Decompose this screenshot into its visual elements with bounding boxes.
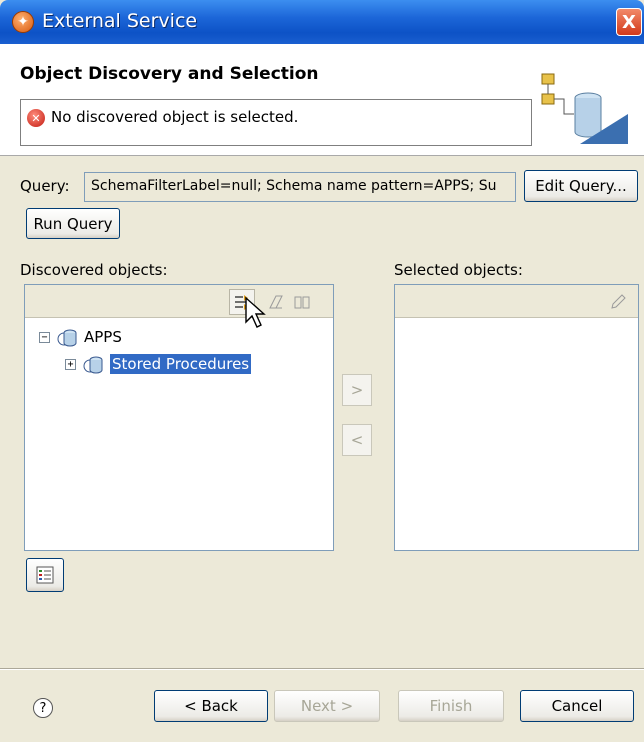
title-bar: ✦ External Service X <box>0 0 644 44</box>
app-icon: ✦ <box>12 11 34 33</box>
edit-query-button[interactable]: Edit Query... <box>524 170 638 202</box>
error-message: No discovered object is selected. <box>51 108 299 126</box>
properties-list-icon <box>36 566 54 584</box>
database-discovery-icon <box>541 73 628 144</box>
tree-item-apps[interactable]: − APPS <box>39 326 122 348</box>
wizard-header: Object Discovery and Selection ✕ No disc… <box>0 44 644 156</box>
close-button[interactable]: X <box>616 8 642 36</box>
selected-objects-label: Selected objects: <box>394 261 523 279</box>
book-icon[interactable] <box>289 289 315 315</box>
message-area: ✕ No discovered object is selected. <box>20 99 532 146</box>
tree-label-apps: APPS <box>84 328 122 346</box>
tree-label-stored-procedures: Stored Procedures <box>110 354 252 374</box>
tree-item-stored-procedures[interactable]: + Stored Procedures <box>65 353 252 375</box>
cancel-button[interactable]: Cancel <box>520 690 634 722</box>
mouse-cursor-icon <box>245 296 266 328</box>
back-button[interactable]: < Back <box>154 690 268 722</box>
query-field[interactable]: SchemaFilterLabel=null; Schema name patt… <box>84 172 516 202</box>
window-title: External Service <box>42 10 198 32</box>
footer-separator <box>0 668 644 670</box>
discovered-toolbar <box>25 285 333 318</box>
discovered-objects-panel: − APPS + Stored Procedures <box>24 284 334 551</box>
page-title: Object Discovery and Selection <box>20 64 319 84</box>
collapse-icon[interactable]: − <box>39 331 50 343</box>
discovered-objects-label: Discovered objects: <box>20 261 168 279</box>
remove-from-selected-button[interactable]: < <box>342 424 372 456</box>
expand-icon[interactable]: + <box>65 358 76 370</box>
stored-procedures-icon <box>83 356 103 374</box>
selected-objects-panel <box>394 284 639 551</box>
finish-button[interactable]: Finish <box>398 690 504 722</box>
add-to-selected-button[interactable]: > <box>342 374 372 406</box>
schema-icon <box>57 329 77 347</box>
next-button[interactable]: Next > <box>274 690 380 722</box>
edit-pencil-icon[interactable] <box>605 289 631 315</box>
properties-button[interactable] <box>26 558 64 592</box>
query-label: Query: <box>20 177 70 195</box>
help-icon[interactable]: ? <box>33 698 53 718</box>
error-icon: ✕ <box>27 109 45 127</box>
run-query-button[interactable]: Run Query <box>26 208 120 239</box>
selected-toolbar <box>395 285 638 318</box>
